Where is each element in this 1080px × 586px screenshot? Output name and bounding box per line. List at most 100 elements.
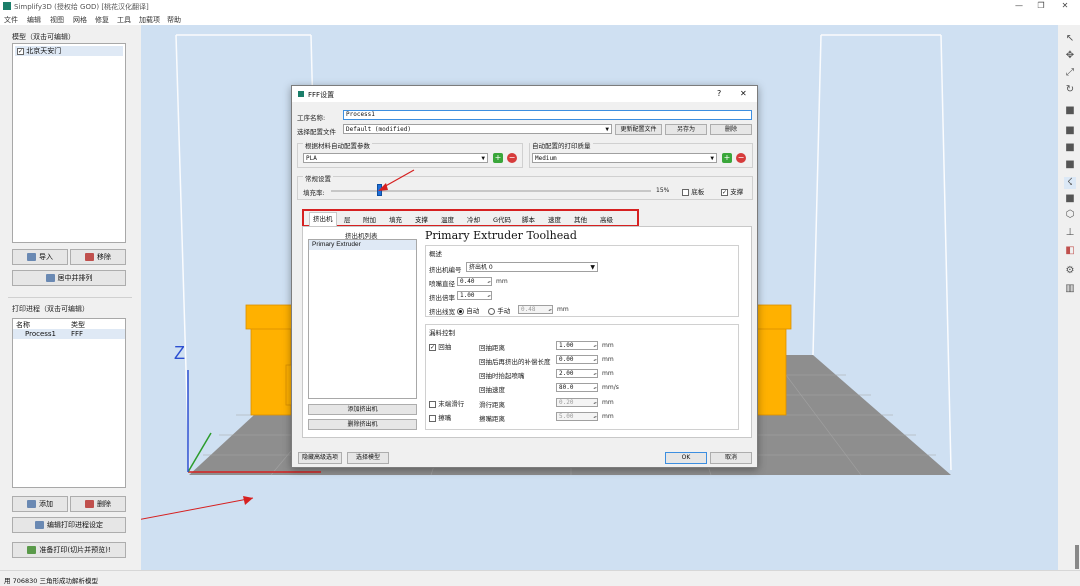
- tab-extruder[interactable]: 挤出机: [309, 212, 337, 226]
- process-type: FFF: [71, 330, 84, 338]
- wipe-distance-input[interactable]: 5.00: [556, 412, 598, 421]
- tab-support[interactable]: 支撑: [415, 214, 428, 224]
- delete-process-button[interactable]: 删除: [70, 496, 126, 512]
- extra-restart-unit: mm: [602, 356, 614, 363]
- view-iso-icon[interactable]: ■: [1064, 105, 1076, 117]
- hide-advanced-button[interactable]: 隐藏高级选项: [298, 452, 342, 464]
- help-icon[interactable]: ?: [717, 89, 721, 98]
- multiplier-input[interactable]: 1.00: [457, 291, 492, 300]
- tab-layer[interactable]: 层: [344, 214, 351, 224]
- menu-mesh[interactable]: 网格: [73, 15, 87, 25]
- material-select[interactable]: PLA ▼: [303, 153, 488, 163]
- wireframe-icon[interactable]: ⬡: [1064, 209, 1076, 221]
- tab-other[interactable]: 其他: [574, 214, 587, 224]
- width-manual-radio[interactable]: 手动: [488, 305, 510, 315]
- rotate-icon[interactable]: ↻: [1064, 84, 1076, 96]
- add-material-icon[interactable]: +: [493, 153, 503, 163]
- coast-distance-label: 滑行距离: [479, 401, 505, 409]
- gear-icon[interactable]: ⚙: [1064, 265, 1076, 277]
- remove-extruder-button[interactable]: 删除挤出机: [308, 419, 417, 430]
- chevron-down-icon: ▼: [710, 155, 714, 162]
- remove-button[interactable]: 移除: [70, 249, 126, 265]
- close-icon[interactable]: ✕: [1058, 1, 1072, 12]
- scale-icon[interactable]: ⤢: [1064, 67, 1076, 79]
- raft-check-box[interactable]: [682, 188, 689, 196]
- support-check-box[interactable]: ✓: [721, 188, 728, 196]
- save-as-button[interactable]: 另存为: [665, 124, 707, 135]
- menu-help[interactable]: 帮助: [167, 15, 181, 25]
- minimize-icon[interactable]: —: [1012, 1, 1026, 12]
- select-models-button[interactable]: 选择模型: [347, 452, 389, 464]
- model-checkbox[interactable]: ✓: [17, 47, 24, 55]
- extruder-list[interactable]: Primary Extruder: [308, 239, 417, 399]
- coast-checkbox[interactable]: 末端滑行: [429, 398, 464, 408]
- center-arrange-button[interactable]: 居中并排列: [12, 270, 126, 286]
- tab-advanced[interactable]: 高级: [600, 214, 613, 224]
- solid-view-icon[interactable]: ■: [1064, 193, 1076, 205]
- dialog-close-icon[interactable]: ✕: [740, 89, 747, 98]
- overview-label: 概述: [429, 250, 442, 258]
- add-process-button[interactable]: 添加: [12, 496, 68, 512]
- width-unit: mm: [557, 306, 569, 313]
- width-auto-radio[interactable]: 自动: [457, 305, 479, 315]
- scrollbar-thumb[interactable]: [1075, 545, 1079, 569]
- add-quality-icon[interactable]: +: [722, 153, 732, 163]
- profile-select[interactable]: Default (modified) ▼: [343, 124, 612, 134]
- maximize-icon[interactable]: ❐: [1034, 1, 1048, 12]
- nozzle-input[interactable]: 0.40: [457, 277, 492, 286]
- process-name-input[interactable]: Process1: [343, 110, 752, 120]
- width-input[interactable]: 0.48: [518, 305, 553, 314]
- select-cursor-icon[interactable]: ↖: [1064, 33, 1076, 45]
- dialog-titlebar: FFF设置 ? ✕: [292, 86, 757, 102]
- remove-material-icon[interactable]: −: [507, 153, 517, 163]
- menu-tools[interactable]: 工具: [117, 15, 131, 25]
- tab-speed[interactable]: 速度: [548, 214, 561, 224]
- pan-tool-icon[interactable]: ☇: [1064, 177, 1076, 189]
- add-extruder-button[interactable]: 添加挤出机: [308, 404, 417, 415]
- view-front-icon[interactable]: ■: [1064, 125, 1076, 137]
- move-icon[interactable]: ✥: [1064, 50, 1076, 62]
- ok-button[interactable]: OK: [665, 452, 707, 464]
- left-panel: 模型（双击可编辑） ✓ 北京天安门 导入 移除 居中并排列 打印进程（双击可编辑…: [0, 25, 140, 570]
- tab-infill[interactable]: 填充: [389, 214, 402, 224]
- wipe-checkbox[interactable]: 擦嘴: [429, 412, 451, 422]
- tab-scripts[interactable]: 脚本: [522, 214, 535, 224]
- vertical-lift-input[interactable]: 2.00: [556, 369, 598, 378]
- cancel-button[interactable]: 取消: [710, 452, 752, 464]
- tab-temperature[interactable]: 温度: [441, 214, 454, 224]
- list-item[interactable]: ✓ 北京天安门: [15, 46, 123, 56]
- coast-distance-input[interactable]: 0.20: [556, 398, 598, 407]
- tab-cooling[interactable]: 冷却: [467, 214, 480, 224]
- menu-addons[interactable]: 加载项: [139, 15, 160, 25]
- menu-repair[interactable]: 修复: [95, 15, 109, 25]
- axis-icon[interactable]: ⊥: [1064, 227, 1076, 239]
- menu-edit[interactable]: 编辑: [27, 15, 41, 25]
- view-side-icon[interactable]: ■: [1064, 159, 1076, 171]
- extruder-number-select[interactable]: 挤出机 0 ▼: [466, 262, 598, 272]
- general-group-label: 常规设置: [303, 173, 333, 183]
- extra-restart-input[interactable]: 0.00: [556, 355, 598, 364]
- table-row[interactable]: Process1 FFF: [13, 329, 125, 339]
- cross-section-icon[interactable]: ◧: [1064, 245, 1076, 257]
- remove-quality-icon[interactable]: −: [736, 153, 746, 163]
- prepare-print-button[interactable]: 准备打印(切片并预览)!: [12, 542, 126, 558]
- menu-view[interactable]: 视图: [50, 15, 64, 25]
- update-profile-button[interactable]: 更新配置文件: [615, 124, 662, 135]
- edit-process-button[interactable]: 编辑打印进程设定: [12, 517, 126, 533]
- tab-additions[interactable]: 附加: [363, 214, 376, 224]
- raft-checkbox[interactable]: 底板: [682, 186, 704, 196]
- layers-icon[interactable]: ▥: [1064, 283, 1076, 295]
- menu-file[interactable]: 文件: [4, 15, 18, 25]
- tab-gcode[interactable]: G代码: [493, 214, 511, 224]
- models-list[interactable]: ✓ 北京天安门: [12, 43, 126, 243]
- process-list[interactable]: 名称 类型 Process1 FFF: [12, 318, 126, 488]
- support-checkbox[interactable]: ✓ 支撑: [721, 186, 743, 196]
- view-top-icon[interactable]: ■: [1064, 142, 1076, 154]
- retract-distance-input[interactable]: 1.00: [556, 341, 598, 350]
- import-button[interactable]: 导入: [12, 249, 68, 265]
- list-item[interactable]: Primary Extruder: [309, 240, 416, 250]
- delete-profile-button[interactable]: 删除: [710, 124, 752, 135]
- quality-select[interactable]: Medium ▼: [532, 153, 717, 163]
- retract-checkbox[interactable]: ✓ 回抽: [429, 341, 451, 351]
- retract-speed-input[interactable]: 80.0: [556, 383, 598, 392]
